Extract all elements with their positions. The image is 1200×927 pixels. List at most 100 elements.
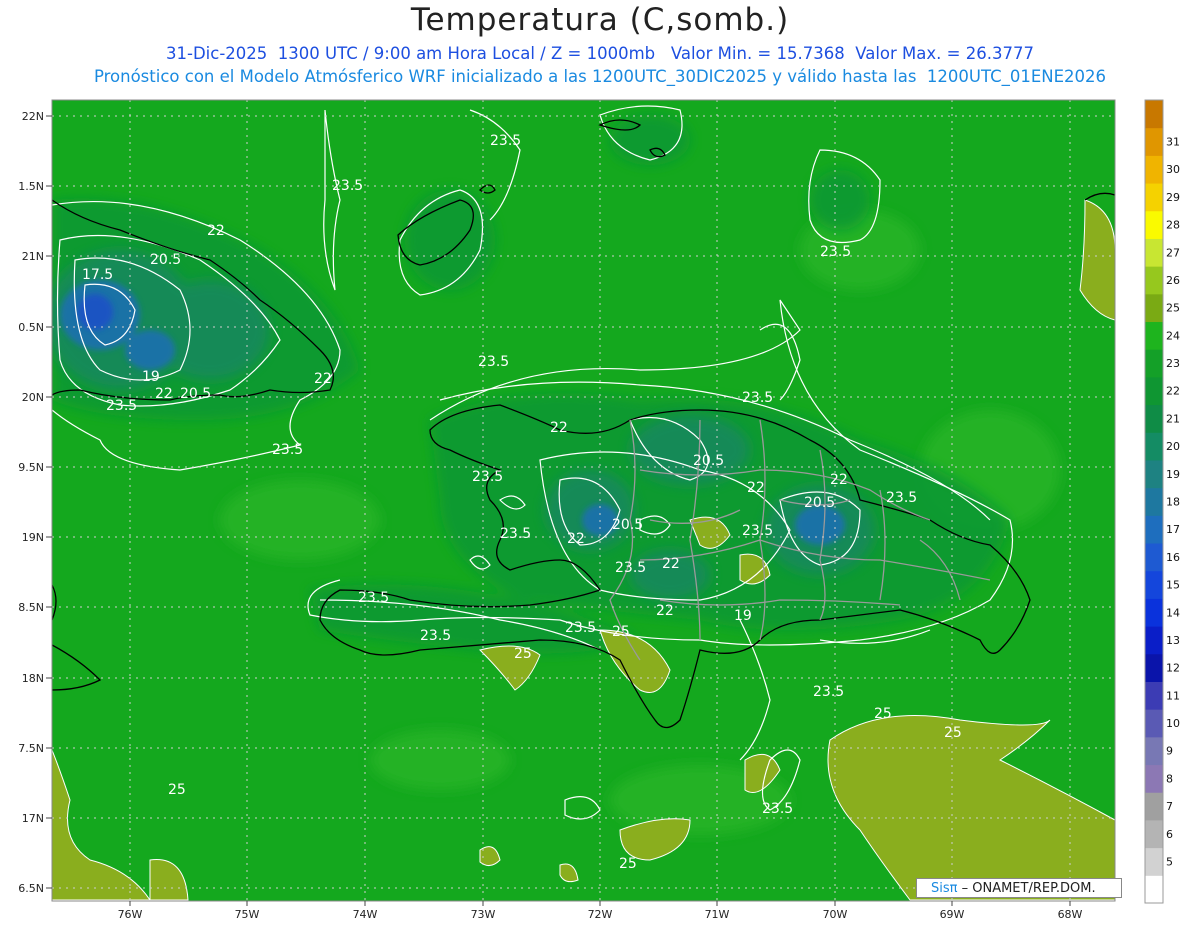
contour-label: 20.5	[612, 517, 643, 533]
lon-label: 74W	[353, 908, 378, 921]
lon-label: 73W	[471, 908, 496, 921]
colorbar-label: 9	[1166, 745, 1173, 758]
contour-label: 23.5	[358, 590, 389, 606]
colorbar-swatch	[1145, 570, 1163, 599]
colorbar-swatch	[1145, 183, 1163, 212]
colorbar-swatch	[1145, 543, 1163, 572]
colorbar-label: 13	[1166, 634, 1180, 647]
contour-label: 17.5	[82, 267, 113, 283]
colorbar-label: 30	[1166, 163, 1180, 176]
colorbar-label: 8	[1166, 772, 1173, 785]
lat-label: 21N	[22, 250, 44, 263]
lat-label: 0.5N	[18, 321, 44, 334]
contour-label: 25	[874, 706, 892, 722]
lon-label: 75W	[235, 908, 260, 921]
contour-label: 23.5	[820, 244, 851, 260]
colorbar-swatch	[1145, 376, 1163, 406]
contour-label: 23.5	[272, 442, 303, 458]
colorbar-label: 20	[1166, 440, 1180, 453]
longitude-labels: 76W 75W 74W 73W 72W 71W 70W 69W 68W	[118, 908, 1083, 921]
lat-label: 20N	[22, 391, 44, 404]
contour-label: 19	[734, 608, 752, 624]
colorbar-label: 11	[1166, 689, 1180, 702]
colorbar-label: 12	[1166, 662, 1180, 675]
colorbar-swatch	[1145, 459, 1163, 489]
contour-label: 23.5	[886, 490, 917, 506]
colorbar-label: 23	[1166, 357, 1180, 370]
colorbar: 31 30 29 28 27 26 25 24 23 22 21 20 19 18 17 16 15 14 13 12…	[1144, 99, 1180, 904]
colorbar-swatch	[1145, 100, 1163, 129]
colorbar-label: 19	[1166, 468, 1180, 481]
contour-label: 22	[567, 531, 585, 547]
contour-label: 22	[830, 472, 848, 488]
colorbar-swatch	[1145, 404, 1163, 433]
contour-label: 23.5	[106, 398, 137, 414]
colorbar-swatch	[1145, 598, 1163, 627]
contour-label: 22	[155, 386, 173, 402]
lon-label: 68W	[1058, 908, 1083, 921]
contour-label: 23.5	[490, 133, 521, 149]
contour-label: 22	[747, 480, 765, 496]
colorbar-label: 24	[1166, 329, 1180, 342]
credit-logo-text: Sisπ	[931, 881, 958, 896]
colorbar-label: 31	[1166, 136, 1180, 149]
contour-label: 22	[207, 223, 225, 239]
lat-label: 1.5N	[18, 180, 44, 193]
lat-label: 19N	[22, 531, 44, 544]
contour-label: 23.5	[762, 801, 793, 817]
lon-label: 71W	[705, 908, 730, 921]
colorbar-label: 18	[1166, 496, 1180, 509]
colorbar-label: 10	[1166, 717, 1180, 730]
colorbar-label: 21	[1166, 412, 1180, 425]
lat-label: 8.5N	[18, 601, 44, 614]
contour-label: 23.5	[742, 390, 773, 406]
lon-label: 70W	[823, 908, 848, 921]
colorbar-swatch	[1145, 626, 1163, 655]
colorbar-swatch	[1145, 709, 1163, 738]
credit-text: – ONAMET/REP.DOM.	[961, 881, 1096, 896]
colorbar-label: 14	[1166, 606, 1180, 619]
colorbar-label: 16	[1166, 551, 1180, 564]
colorbar-swatch	[1145, 487, 1163, 516]
contour-label: 25	[168, 782, 186, 798]
contour-label: 19	[142, 369, 160, 385]
colorbar-swatch	[1145, 875, 1163, 904]
colorbar-label: 22	[1166, 385, 1180, 398]
contour-label: 22	[550, 420, 568, 436]
lon-label: 69W	[940, 908, 965, 921]
contour-label: 23.5	[420, 628, 451, 644]
lat-label: 22N	[22, 110, 44, 123]
contour-label: 20.5	[693, 453, 724, 469]
colorbar-swatch	[1145, 432, 1163, 461]
lat-label: 9.5N	[18, 461, 44, 474]
colorbar-swatch	[1145, 266, 1163, 295]
colorbar-swatch	[1145, 515, 1163, 544]
temperature-map: 22N 1.5N 21N 0.5N 20N 9.5N 19N 8.5N 18N …	[18, 99, 1180, 921]
contour-label: 23.5	[472, 469, 503, 485]
contour-label: 20.5	[180, 386, 211, 402]
colorbar-swatch	[1145, 681, 1163, 710]
colorbar-label: 25	[1166, 302, 1180, 315]
colorbar-swatch	[1145, 653, 1163, 682]
colorbar-swatch	[1145, 127, 1163, 156]
colorbar-label: 6	[1166, 828, 1173, 841]
latitude-labels: 22N 1.5N 21N 0.5N 20N 9.5N 19N 8.5N 18N …	[18, 110, 44, 895]
colorbar-swatch	[1145, 155, 1163, 184]
colorbar-swatch	[1145, 321, 1163, 350]
contour-label: 23.5	[500, 526, 531, 542]
colorbar-swatch	[1145, 210, 1163, 239]
colorbar-swatch	[1145, 792, 1163, 821]
credit-badge: Sisπ – ONAMET/REP.DOM.	[916, 878, 1122, 898]
contour-label: 20.5	[150, 252, 181, 268]
colorbar-label: 27	[1166, 246, 1180, 259]
contour-label: 22	[656, 603, 674, 619]
colorbar-swatch	[1145, 847, 1163, 876]
lon-label: 76W	[118, 908, 143, 921]
colorbar-label: 5	[1166, 855, 1173, 868]
lat-label: 18N	[22, 672, 44, 685]
colorbar-swatch	[1145, 293, 1163, 323]
contour-label: 25	[619, 856, 637, 872]
colorbar-label: 15	[1166, 579, 1180, 592]
colorbar-label: 28	[1166, 219, 1180, 232]
contour-label: 22	[314, 371, 332, 387]
